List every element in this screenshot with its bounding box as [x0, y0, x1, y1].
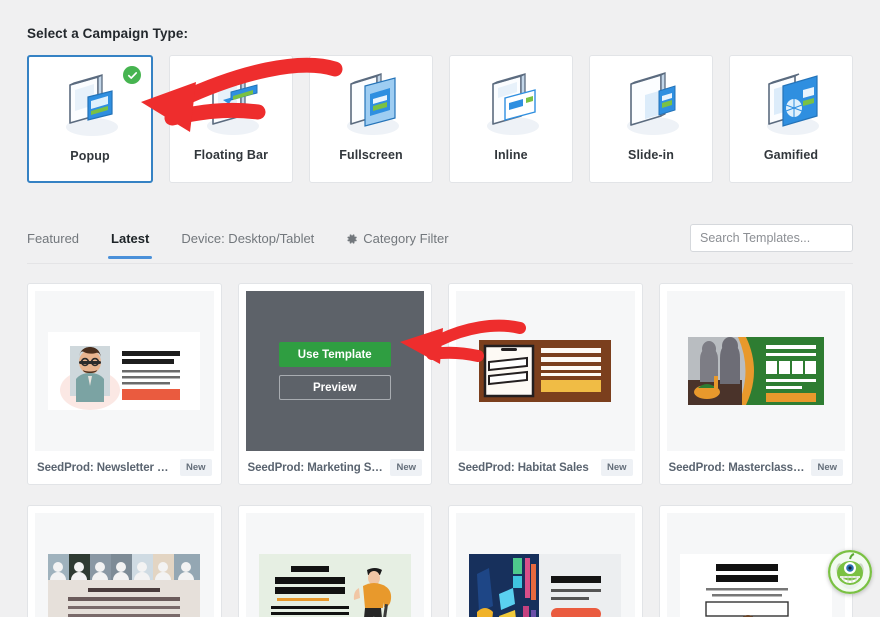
search-input[interactable] — [690, 224, 853, 252]
gamified-icon — [748, 69, 834, 141]
campaign-type-list: Popup Floating Bar Fullscreen Inline Sli… — [27, 55, 853, 183]
status-badge: New — [179, 459, 212, 476]
template-name: SeedProd: Marketing Squeeze — [247, 461, 385, 474]
template-card-newsletter-squeeze[interactable]: SeedProd: Newsletter Squeeze New — [27, 283, 222, 485]
template-card-footer: SeedProd: Newsletter Squeeze New — [28, 451, 221, 484]
template-card-footer: SeedProd: Masterclass Sales New — [660, 451, 853, 484]
campaign-type-fullscreen[interactable]: Fullscreen — [309, 55, 433, 183]
campaign-type-gamified[interactable]: Gamified — [729, 55, 853, 183]
template-grid-row-2 — [27, 505, 853, 617]
campaign-type-label: Inline — [494, 148, 528, 162]
monster-chat-icon[interactable] — [828, 550, 872, 594]
template-name: SeedProd: Masterclass Sales — [668, 461, 806, 474]
masterclass-sales-thumb — [666, 291, 845, 451]
preview-button[interactable]: Preview — [278, 375, 391, 400]
template-card-footer: SeedProd: Habitat Sales New — [449, 451, 642, 484]
campaign-type-label: Popup — [70, 149, 110, 163]
inline-icon — [468, 69, 554, 141]
template-card-marketing-squeeze[interactable]: Use Template Preview SeedProd: Marketing… — [237, 283, 432, 485]
campaign-type-popup[interactable]: Popup — [27, 55, 153, 183]
status-badge: New — [600, 459, 633, 476]
marketing-squeeze-thumb: Use Template Preview — [245, 291, 425, 451]
tab-device-filter[interactable]: Device: Desktop/Tablet — [181, 222, 314, 258]
newsletter-squeeze-thumb — [35, 291, 214, 451]
tab-category-filter[interactable]: Category Filter — [346, 222, 449, 260]
people-grid-thumb — [35, 513, 214, 617]
tab-latest[interactable]: Latest — [108, 222, 153, 259]
template-name: SeedProd: Habitat Sales — [458, 461, 589, 474]
template-hover-actions: Use Template Preview — [246, 291, 425, 451]
template-picker-page: Select a Campaign Type: Popup Floating B… — [0, 0, 880, 617]
tab-featured[interactable]: Featured — [27, 222, 79, 258]
campaign-type-inline[interactable]: Inline — [449, 55, 573, 183]
campaign-type-floating-bar[interactable]: Floating Bar — [169, 55, 293, 183]
popup-icon — [47, 70, 133, 142]
template-card-abstract-blue[interactable] — [448, 505, 643, 617]
fullscreen-icon — [328, 69, 414, 141]
floating-bar-icon — [188, 69, 274, 141]
campaign-type-label: Slide-in — [628, 148, 674, 162]
gear-icon — [346, 233, 358, 248]
campaign-type-slide-in[interactable]: Slide-in — [589, 55, 713, 183]
template-card-form-person[interactable] — [658, 505, 853, 617]
status-badge: New — [390, 459, 422, 476]
template-grid: SeedProd: Newsletter Squeeze New Use Tem… — [27, 283, 853, 485]
template-card-masterclass-sales[interactable]: SeedProd: Masterclass Sales New — [658, 283, 853, 485]
form-person-thumb — [666, 513, 845, 617]
hiker-thumb — [245, 513, 424, 617]
template-card-people-grid[interactable] — [27, 505, 222, 617]
template-name: SeedProd: Newsletter Squeeze — [37, 461, 174, 474]
selected-check-icon — [123, 66, 141, 84]
campaign-type-label: Fullscreen — [339, 148, 403, 162]
abstract-blue-thumb — [456, 513, 635, 617]
tab-category-filter-label: Category Filter — [363, 231, 449, 246]
template-card-footer: SeedProd: Marketing Squeeze New — [239, 451, 432, 484]
campaign-type-label: Floating Bar — [193, 148, 269, 162]
habitat-sales-thumb — [456, 291, 635, 451]
template-card-hiker[interactable] — [237, 505, 432, 617]
status-badge: New — [811, 459, 843, 476]
template-card-habitat-sales[interactable]: SeedProd: Habitat Sales New — [448, 283, 643, 485]
use-template-button[interactable]: Use Template — [278, 342, 391, 367]
template-filter-bar: Featured Latest Device: Desktop/Tablet C… — [27, 222, 853, 264]
campaign-type-label: Gamified — [763, 148, 819, 162]
slide-in-icon — [608, 69, 694, 141]
page-title: Select a Campaign Type: — [27, 26, 189, 41]
